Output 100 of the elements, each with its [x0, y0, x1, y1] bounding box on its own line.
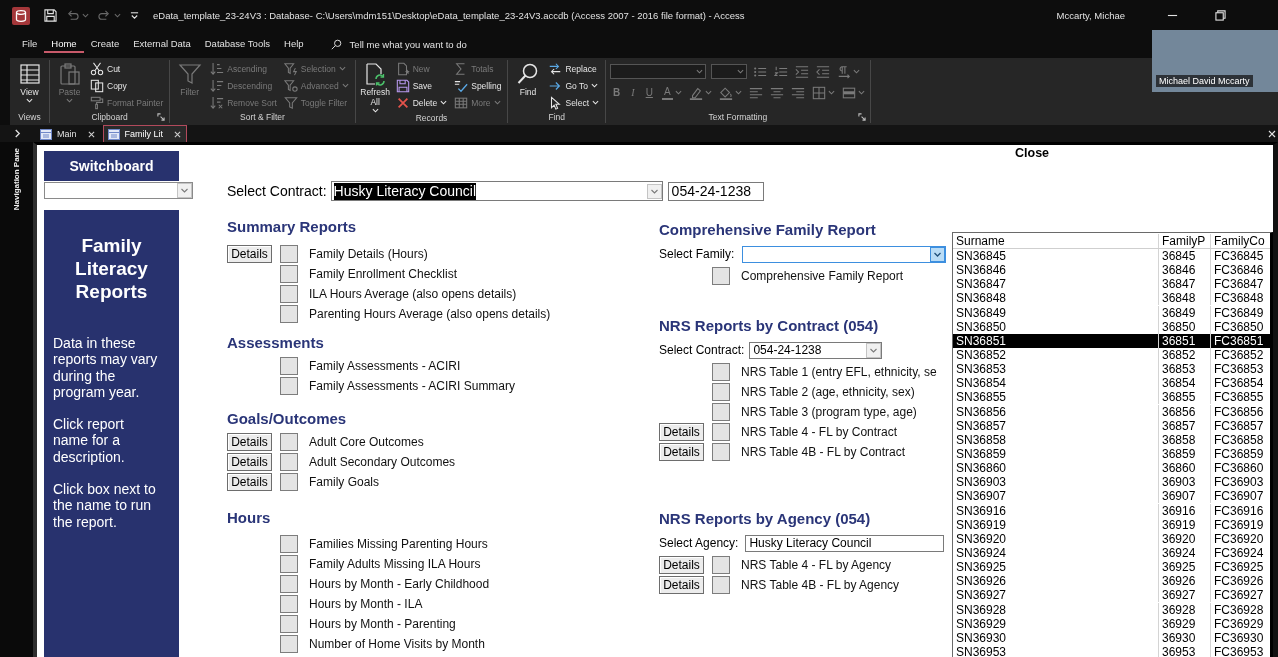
user-name[interactable]: Mccarty, Michae	[1056, 10, 1125, 21]
refresh-all-button[interactable]: Refresh All	[359, 60, 391, 113]
list-row[interactable]: SN36927 36927 FC36927	[953, 588, 1270, 603]
list-row[interactable]: SN36924 36924 FC36924	[953, 545, 1270, 561]
list-row[interactable]: SN36929 36929 FC36929	[953, 616, 1270, 631]
code-field[interactable]: 054-24-1238	[667, 181, 764, 201]
list-row[interactable]: SN36856 36856 FC36856	[953, 404, 1270, 419]
copy-button[interactable]: Copy	[88, 77, 129, 94]
report-name[interactable]: ILA Hours Average (also opens details)	[309, 287, 517, 301]
checkbox[interactable]	[712, 576, 730, 594]
checkbox[interactable]	[712, 556, 730, 574]
checkbox[interactable]	[280, 433, 298, 451]
list-row[interactable]: SN36854 36854 FC36854	[953, 376, 1270, 391]
report-name[interactable]: Adult Core Outcomes	[309, 435, 424, 449]
report-name[interactable]: NRS Table 4 - FL by Contract	[741, 425, 898, 439]
checkbox[interactable]	[280, 473, 298, 491]
details-button[interactable]: Details	[659, 576, 704, 594]
list-row[interactable]: SN36857 36857 FC36857	[953, 418, 1270, 433]
list-row[interactable]: SN36919 36919 FC36919	[953, 517, 1270, 532]
close-icon[interactable]	[87, 130, 95, 138]
report-name[interactable]: NRS Table 4B - FL by Agency	[741, 578, 900, 592]
menu-tab[interactable]: Home	[44, 36, 84, 53]
details-button[interactable]: Details	[659, 443, 704, 461]
checkbox[interactable]	[712, 403, 730, 421]
menu-tab[interactable]: File	[15, 36, 45, 53]
checkbox[interactable]	[280, 555, 298, 573]
list-row[interactable]: SN36860 36860 FC36860	[953, 461, 1270, 476]
checkbox[interactable]	[280, 575, 298, 593]
report-name[interactable]: NRS Table 4 - FL by Agency	[741, 558, 892, 572]
report-name[interactable]: Family Assessments - ACIRI Summary	[309, 379, 516, 393]
list-row[interactable]: SN36849 36849 FC36849	[953, 305, 1270, 320]
checkbox[interactable]	[280, 535, 298, 553]
checkbox[interactable]	[280, 377, 298, 395]
list-row[interactable]: SN36855 36855 FC36855	[953, 390, 1270, 405]
text-field[interactable]: Husky Literacy Council	[745, 534, 945, 552]
checkbox[interactable]	[280, 265, 298, 283]
view-button[interactable]: View	[14, 60, 45, 103]
list-row[interactable]: SN36916 36916 FC36916	[953, 503, 1270, 518]
list-row[interactable]: SN36853 36853 FC36853	[953, 362, 1270, 377]
menu-tab[interactable]: Create	[83, 36, 127, 53]
report-name[interactable]: Comprehensive Family Report	[741, 269, 904, 283]
combo-box[interactable]: 054-24-1238	[749, 341, 883, 359]
report-name[interactable]: Number of Home Visits by Month	[309, 637, 485, 651]
checkbox[interactable]	[280, 305, 298, 323]
details-button[interactable]: Details	[227, 453, 272, 471]
document-tab[interactable]: Main	[35, 125, 101, 142]
tell-me-field[interactable]: Tell me what you want to do	[330, 39, 467, 50]
report-name[interactable]: Family Adults Missing ILA Hours	[309, 557, 481, 571]
list-row[interactable]: SN36928 36928 FC36928	[953, 602, 1270, 617]
save-button[interactable]: Save	[393, 77, 434, 94]
list-row[interactable]: SN36858 36858 FC36858	[953, 432, 1270, 447]
menu-tab[interactable]: Database Tools	[197, 36, 278, 53]
list-row[interactable]: SN36847 36847 FC36847	[953, 277, 1270, 292]
chevron-right-icon[interactable]	[14, 129, 21, 138]
replace-button[interactable]: Replace	[546, 60, 599, 77]
list-row[interactable]: SN36953 36953 FC36953	[953, 644, 1270, 657]
report-name[interactable]: Family Details (Hours)	[309, 247, 428, 261]
report-name[interactable]: Parenting Hours Average (also opens details)	[309, 307, 551, 321]
menu-tab[interactable]: External Data	[126, 36, 198, 53]
switchboard-combo-box[interactable]	[44, 182, 193, 199]
details-button[interactable]: Details	[659, 423, 704, 441]
details-button[interactable]: Details	[227, 473, 272, 491]
list-row[interactable]: SN36846 36846 FC36846	[953, 263, 1270, 278]
report-name[interactable]: NRS Table 4B - FL by Contract	[741, 445, 906, 459]
list-row[interactable]: SN36907 36907 FC36907	[953, 489, 1270, 504]
dialog-launcher-icon[interactable]	[857, 113, 866, 121]
delete-button[interactable]: Delete	[393, 94, 450, 111]
checkbox[interactable]	[712, 267, 730, 285]
list-row[interactable]: SN36850 36850 FC36850	[953, 319, 1270, 334]
list-row[interactable]: SN36930 36930 FC36930	[953, 630, 1270, 645]
spelling-button[interactable]: Spelling	[452, 77, 504, 94]
combo-box[interactable]	[742, 245, 947, 263]
report-name[interactable]: Family Assessments - ACIRI	[309, 359, 461, 373]
checkbox[interactable]	[280, 595, 298, 613]
list-row[interactable]: SN36920 36920 FC36920	[953, 531, 1270, 546]
report-name[interactable]: NRS Table 3 (program type, age)	[741, 405, 917, 419]
checkbox[interactable]	[712, 423, 730, 441]
list-row[interactable]: SN36859 36859 FC36859	[953, 446, 1270, 462]
report-name[interactable]: Adult Secondary Outcomes	[309, 455, 456, 469]
list-row[interactable]: SN36926 36926 FC36926	[953, 574, 1270, 589]
close-link[interactable]: Close	[1015, 146, 1050, 160]
find-button[interactable]: Find	[512, 60, 544, 97]
report-name[interactable]: Hours by Month - Parenting	[309, 617, 456, 631]
checkbox[interactable]	[712, 443, 730, 461]
list-row[interactable]: SN36903 36903 FC36903	[953, 475, 1270, 490]
menu-tab[interactable]: Help	[277, 36, 311, 53]
close-icon[interactable]	[174, 130, 182, 138]
details-button[interactable]: Details	[227, 433, 272, 451]
report-name[interactable]: Families Missing Parenting Hours	[309, 537, 488, 551]
checkbox[interactable]	[712, 363, 730, 381]
list-row[interactable]: SN36852 36852 FC36852	[953, 348, 1270, 363]
checkbox[interactable]	[280, 245, 298, 263]
dialog-launcher-icon[interactable]	[157, 113, 166, 121]
checkbox[interactable]	[280, 357, 298, 375]
document-tab[interactable]: Family Lit	[102, 125, 188, 142]
report-name[interactable]: NRS Table 1 (entry EFL, ethnicity, se	[741, 365, 937, 379]
close-icon[interactable]	[1268, 129, 1276, 138]
details-button[interactable]: Details	[659, 556, 704, 574]
save-icon[interactable]	[44, 9, 57, 22]
details-button[interactable]: Details	[227, 245, 272, 263]
